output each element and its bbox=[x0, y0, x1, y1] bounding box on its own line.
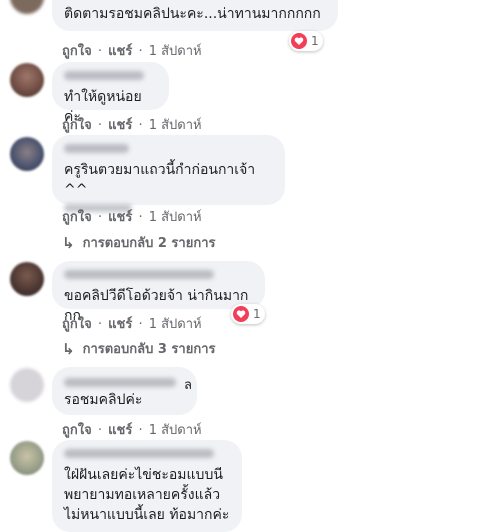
reaction-badge[interactable]: 1 bbox=[231, 304, 265, 324]
commenter-name[interactable] bbox=[64, 449, 214, 458]
reaction-badge[interactable]: 1 bbox=[289, 31, 323, 51]
commenter-name[interactable] bbox=[64, 71, 144, 80]
comment-actions: ถูกใจ · แชร์ · 1 สัปดาห์ bbox=[62, 317, 202, 332]
comment-bubble: ครูรินตวยมาแถวนี้กำก่อนกาเจ้า ^^ bbox=[52, 135, 285, 212]
share-button[interactable]: แชร์ bbox=[108, 210, 132, 225]
comment-bubble: ขอคลิปวีดีโอด้วยจ้า น่ากินมากกก bbox=[52, 261, 265, 324]
heart-reaction-icon bbox=[233, 306, 249, 322]
comment-actions: ถูกใจ · แชร์ · 1 สัปดาห์ bbox=[62, 118, 202, 133]
view-replies-link[interactable]: ↳ การตอบกลับ 2 รายการ bbox=[62, 232, 215, 253]
comment-text: ใฝ่ฝันเลยค่ะไข่ชะอมแบบนี พยายามทอเหลายคร… bbox=[64, 467, 230, 523]
share-button[interactable]: แชร์ bbox=[108, 44, 132, 59]
comment-text: ครูรินตวยมาแถวนี้กำก่อนกาเจ้า ^^ bbox=[64, 162, 256, 198]
comment-actions: ถูกใจ · แชร์ · 1 สัปดาห์ bbox=[62, 423, 202, 438]
view-replies-link[interactable]: ↳ การตอบกลับ 3 รายการ bbox=[62, 338, 215, 359]
heart-reaction-icon bbox=[291, 33, 307, 49]
comment-text: รอชมคลิปค่ะ bbox=[64, 392, 143, 408]
share-button[interactable]: แชร์ bbox=[108, 423, 132, 438]
commenter-name[interactable] bbox=[64, 144, 129, 153]
timestamp[interactable]: 1 สัปดาห์ bbox=[149, 118, 202, 133]
comment-bubble: ใฝ่ฝันเลยค่ะไข่ชะอมแบบนี พยายามทอเหลายคร… bbox=[52, 440, 242, 532]
reaction-count: 1 bbox=[311, 34, 319, 48]
timestamp[interactable]: 1 สัปดาห์ bbox=[149, 423, 202, 438]
avatar[interactable] bbox=[10, 441, 44, 475]
reaction-count: 1 bbox=[253, 307, 261, 321]
comment-actions: ถูกใจ · แชร์ · 1 สัปดาห์ bbox=[62, 210, 202, 225]
comment-actions: ถูกใจ · แชร์ · 1 สัปดาห์ bbox=[62, 44, 202, 59]
avatar[interactable] bbox=[10, 368, 44, 402]
like-button[interactable]: ถูกใจ bbox=[62, 317, 92, 332]
commenter-name[interactable] bbox=[64, 378, 176, 387]
comment-bubble: ทำให้ดูหน่อยค่ะ bbox=[52, 62, 169, 125]
comment-bubble: ติดตามรอชมคลิปนะคะ...น่าทานมากกกกก bbox=[52, 0, 338, 31]
avatar[interactable] bbox=[10, 0, 44, 14]
avatar[interactable] bbox=[10, 63, 44, 97]
share-button[interactable]: แชร์ bbox=[108, 317, 132, 332]
replies-label: การตอบกลับ 3 รายการ bbox=[82, 342, 216, 357]
like-button[interactable]: ถูกใจ bbox=[62, 44, 92, 59]
timestamp[interactable]: 1 สัปดาห์ bbox=[149, 210, 202, 225]
comment-bubble: ล รอชมคลิปค่ะ bbox=[52, 367, 197, 415]
commenter-name[interactable] bbox=[64, 270, 214, 279]
comment-text: ติดตามรอชมคลิปนะคะ...น่าทานมากกกกก bbox=[64, 6, 321, 22]
timestamp[interactable]: 1 สัปดาห์ bbox=[149, 44, 202, 59]
replies-label: การตอบกลับ 2 รายการ bbox=[82, 236, 216, 251]
timestamp[interactable]: 1 สัปดาห์ bbox=[149, 317, 202, 332]
avatar[interactable] bbox=[10, 137, 44, 171]
name-suffix: ล bbox=[184, 378, 192, 393]
like-button[interactable]: ถูกใจ bbox=[62, 210, 92, 225]
share-button[interactable]: แชร์ bbox=[108, 118, 132, 133]
like-button[interactable]: ถูกใจ bbox=[62, 118, 92, 133]
reply-arrow-icon: ↳ bbox=[62, 233, 75, 252]
avatar[interactable] bbox=[10, 262, 44, 296]
like-button[interactable]: ถูกใจ bbox=[62, 423, 92, 438]
reply-arrow-icon: ↳ bbox=[62, 339, 75, 358]
